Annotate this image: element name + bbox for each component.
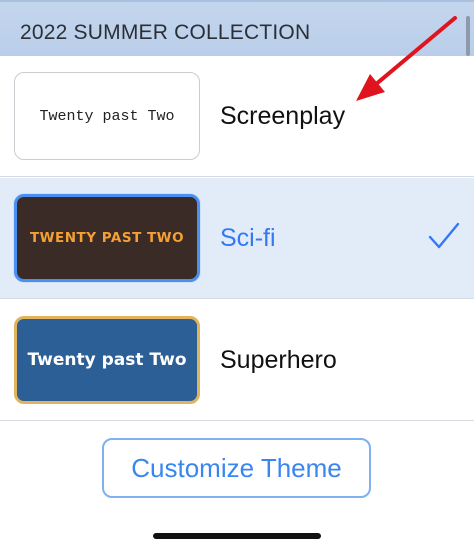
theme-preview-superhero: Twenty past Two: [14, 316, 200, 404]
theme-row-screenplay[interactable]: Twenty past Two Screenplay: [0, 56, 474, 177]
scroll-indicator[interactable]: [466, 16, 470, 56]
customize-theme-button[interactable]: Customize Theme: [102, 438, 371, 498]
theme-label: Sci-fi: [220, 224, 276, 252]
theme-label: Superhero: [220, 346, 337, 374]
preview-text: Twenty past Two: [27, 350, 187, 370]
theme-preview-scifi: TWENTY PAST TWO: [14, 194, 200, 282]
preview-text: Twenty past Two: [39, 107, 175, 125]
preview-text: TWENTY PAST TWO: [29, 230, 185, 246]
home-indicator: [153, 533, 321, 539]
section-header: 2022 SUMMER COLLECTION: [0, 0, 474, 62]
section-title: 2022 SUMMER COLLECTION: [20, 21, 311, 44]
checkmark-icon: [428, 222, 460, 249]
theme-row-superhero[interactable]: Twenty past Two Superhero: [0, 300, 474, 421]
theme-row-scifi[interactable]: TWENTY PAST TWO Sci-fi: [0, 178, 474, 299]
theme-label: Screenplay: [220, 102, 346, 130]
theme-preview-screenplay: Twenty past Two: [14, 72, 200, 160]
